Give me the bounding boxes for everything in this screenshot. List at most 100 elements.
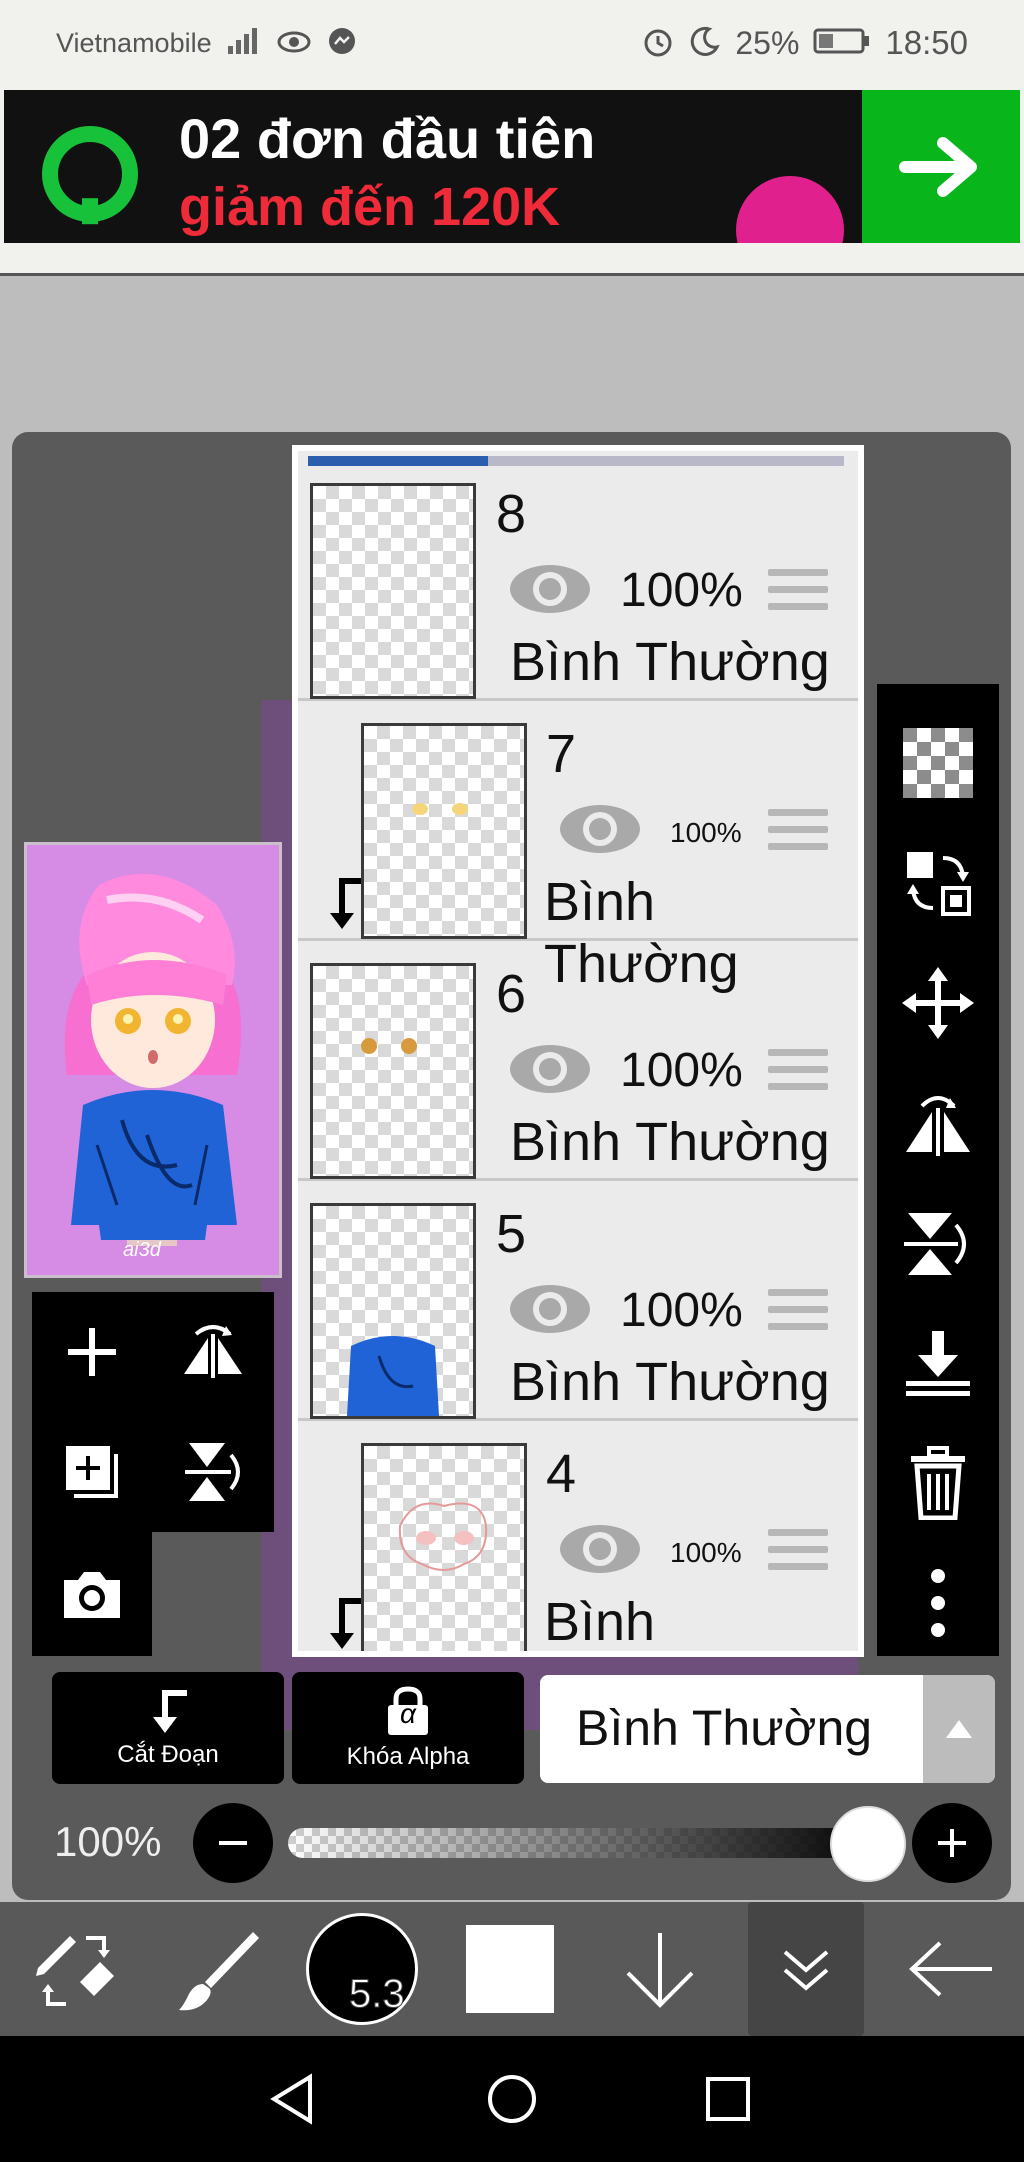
color-button[interactable] — [460, 1902, 560, 2036]
delete-layer-button[interactable] — [877, 1428, 999, 1538]
arrow-left-icon — [909, 1941, 992, 1997]
brush-size-indicator: 5.3 — [306, 1913, 418, 2025]
layer-number: 7 — [546, 724, 577, 784]
layer-thumbnail[interactable] — [361, 1443, 527, 1651]
arrow-right-icon — [899, 136, 977, 197]
layer-row-8[interactable]: 8 100% Bình Thường — [298, 461, 858, 701]
flip-layer-button[interactable] — [152, 1292, 274, 1412]
ad-banner[interactable]: 02 đơn đầu tiên giảm đến 120K — [4, 90, 1020, 243]
add-copy-icon — [66, 1446, 118, 1498]
trash-icon — [911, 1446, 965, 1520]
more-icon — [931, 1569, 945, 1637]
layer-thumbnail[interactable] — [310, 963, 476, 1179]
back-button[interactable] — [896, 1902, 1006, 2036]
drag-handle-icon[interactable] — [768, 809, 828, 860]
transform-eraser-button[interactable] — [20, 1902, 130, 2036]
nav-home-icon — [488, 2075, 536, 2123]
add-layer-button[interactable] — [32, 1292, 152, 1412]
layer-number: 4 — [546, 1444, 577, 1504]
opacity-increase-button[interactable] — [912, 1803, 992, 1883]
brush-size-button[interactable]: 5.3 — [302, 1902, 422, 2036]
layer-list-scroll[interactable]: 8 100% Bình Thường 7 100% Bình Thường 6 … — [298, 451, 858, 1651]
transparent-fill-button[interactable] — [877, 708, 999, 818]
brush-size-value: 5.3 — [349, 1972, 406, 2017]
ad-logo-icon — [42, 126, 138, 222]
layer-number: 6 — [496, 964, 527, 1024]
ad-arrow-button[interactable] — [862, 90, 1020, 243]
layer-blend-mode: Bình Thường — [510, 632, 830, 692]
clipping-button[interactable]: Cắt Đoạn — [52, 1672, 284, 1784]
clipping-label: Cắt Đoạn — [117, 1741, 219, 1768]
eye-icon[interactable] — [508, 1041, 592, 1102]
opacity-label: 100% — [54, 1818, 162, 1865]
layer-row-4[interactable]: 4 100% Bình Thường — [298, 1421, 858, 1651]
eye-icon[interactable] — [558, 1521, 642, 1582]
layer-blend-mode: Bình Thường — [544, 1592, 656, 1651]
layer-thumbnail[interactable] — [310, 483, 476, 699]
alpha-lock-button[interactable]: α Khóa Alpha — [292, 1672, 524, 1784]
layer-row-5[interactable]: 5 100% Bình Thường — [298, 1181, 858, 1421]
arrow-down-icon — [626, 1933, 694, 2008]
swap-layers-button[interactable] — [877, 828, 999, 938]
flip-vertical-icon — [904, 1213, 966, 1275]
double-chevron-down-icon — [783, 1950, 829, 1991]
eye-comfort-icon — [276, 26, 312, 61]
flip-vertical-icon — [185, 1443, 240, 1501]
nav-recents-button[interactable] — [668, 2036, 788, 2162]
layer-opacity: 100% — [620, 1284, 743, 1337]
flip-horizontal-button[interactable] — [877, 1068, 999, 1178]
eye-icon[interactable] — [508, 1281, 592, 1342]
layer-list[interactable]: 8 100% Bình Thường 7 100% Bình Thường 6 … — [292, 445, 864, 1657]
nav-back-button[interactable] — [232, 2036, 352, 2162]
drag-handle-icon[interactable] — [768, 1289, 828, 1340]
layer-thumbnail[interactable] — [361, 723, 527, 939]
brush-tool-button[interactable] — [165, 1902, 275, 2036]
opacity-slider-knob[interactable] — [830, 1806, 906, 1882]
alpha-lock-label: Khóa Alpha — [346, 1743, 470, 1770]
layers-panel-button[interactable] — [748, 1902, 864, 2036]
layer-down-button[interactable] — [605, 1902, 715, 2036]
drag-handle-icon[interactable] — [768, 1049, 828, 1100]
merge-down-button[interactable] — [877, 1308, 999, 1418]
opacity-decrease-button[interactable] — [193, 1803, 273, 1883]
carrier-name: Vietnamobile — [56, 27, 212, 58]
flip-horizontal-icon — [906, 1096, 970, 1156]
blend-mode-select[interactable]: Bình Thường — [540, 1675, 995, 1783]
layer-number: 5 — [496, 1204, 527, 1264]
eye-icon[interactable] — [508, 561, 592, 622]
alpha-symbol: α — [400, 1698, 416, 1729]
layer-row-6[interactable]: 6 100% Bình Thường — [298, 941, 858, 1181]
drag-handle-icon[interactable] — [768, 1529, 828, 1580]
duplicate-layer-button[interactable] — [32, 1412, 152, 1532]
layer-thumbnail[interactable] — [310, 1203, 476, 1419]
layer-opacity: 100% — [620, 564, 743, 617]
layer-row-7[interactable]: 7 100% Bình Thường — [298, 701, 858, 994]
dropdown-arrow-button[interactable] — [923, 1675, 995, 1783]
nav-home-button[interactable] — [452, 2036, 572, 2162]
checker-icon — [903, 728, 973, 798]
ad-headline: 02 đơn đầu tiên — [179, 107, 596, 170]
layer-blend-mode: Bình Thường — [510, 1352, 830, 1412]
character-drawing — [27, 845, 279, 1275]
blend-mode-value: Bình Thường — [576, 1700, 873, 1756]
opacity-slider[interactable] — [288, 1828, 878, 1858]
clipping-arrow-icon — [322, 1595, 366, 1651]
system-nav-bar — [0, 2036, 1024, 2162]
ad-subheadline: giảm đến 120K — [179, 177, 561, 237]
clipping-arrow-icon — [153, 1690, 187, 1733]
move-button[interactable] — [877, 948, 999, 1058]
layer-number: 8 — [496, 484, 527, 544]
ad-banner-area: 02 đơn đầu tiên giảm đến 120K — [0, 86, 1024, 276]
camera-button[interactable] — [32, 1532, 152, 1656]
more-options-button[interactable] — [877, 1548, 999, 1658]
eye-icon[interactable] — [558, 801, 642, 862]
flip-vertical-layer-button[interactable] — [152, 1412, 274, 1532]
clock: 18:50 — [885, 24, 968, 61]
color-swatch — [466, 1925, 554, 2013]
flip-vertical-button[interactable] — [877, 1188, 999, 1298]
plus-icon — [938, 1829, 966, 1857]
plus-icon — [68, 1328, 116, 1376]
drag-handle-icon[interactable] — [768, 569, 828, 620]
nav-recents-icon — [706, 2077, 750, 2121]
canvas-preview[interactable]: ai3d — [24, 842, 282, 1278]
